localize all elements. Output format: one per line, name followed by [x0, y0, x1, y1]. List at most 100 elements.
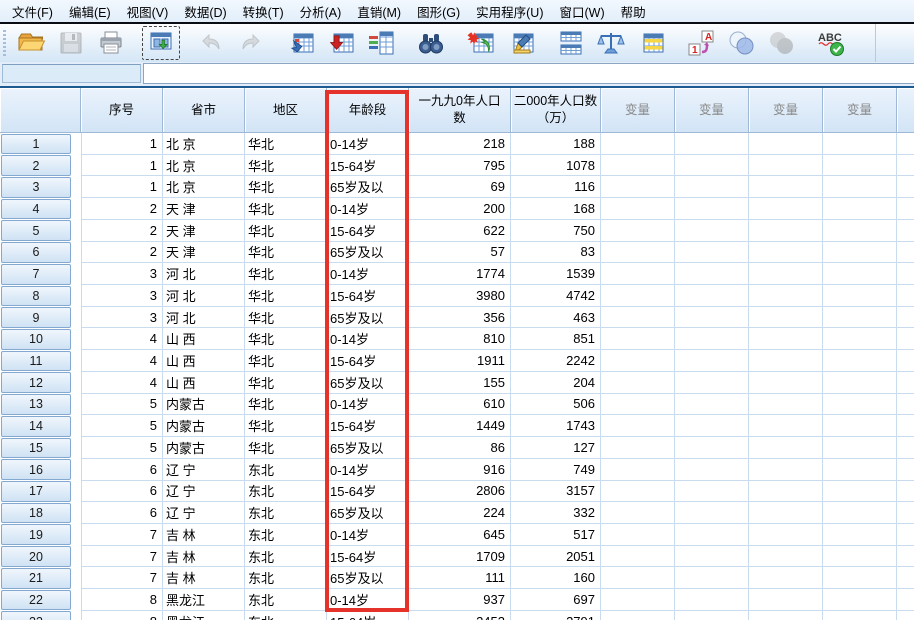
cell[interactable]: [749, 328, 823, 350]
cell[interactable]: 2806: [409, 481, 511, 503]
cell[interactable]: [601, 328, 675, 350]
column-header-6[interactable]: 二000年人口数 （万）: [511, 88, 601, 133]
cell[interactable]: [823, 459, 897, 481]
cell[interactable]: 河 北: [163, 307, 245, 329]
cell[interactable]: 3980: [409, 285, 511, 307]
cell[interactable]: [675, 372, 749, 394]
cell[interactable]: 111: [409, 567, 511, 589]
cell[interactable]: [897, 220, 914, 242]
cell[interactable]: [675, 155, 749, 177]
cell[interactable]: [823, 133, 897, 155]
cell[interactable]: 15-64岁: [327, 155, 409, 177]
cell[interactable]: [749, 350, 823, 372]
column-header-1[interactable]: 序号: [81, 88, 163, 133]
cell[interactable]: 东北: [245, 611, 327, 620]
row-number-button[interactable]: 11: [1, 351, 71, 372]
cell[interactable]: 华北: [245, 263, 327, 285]
cell[interactable]: [897, 481, 914, 503]
cell[interactable]: [675, 459, 749, 481]
cell[interactable]: 155: [409, 372, 511, 394]
cell[interactable]: 851: [511, 328, 601, 350]
cell[interactable]: 15-64岁: [327, 415, 409, 437]
cell[interactable]: [749, 546, 823, 568]
row-number-button[interactable]: 17: [1, 481, 71, 502]
cell[interactable]: 65岁及以: [327, 437, 409, 459]
cell[interactable]: 3: [81, 263, 163, 285]
cell[interactable]: 65岁及以: [327, 567, 409, 589]
cell[interactable]: 黑龙江: [163, 589, 245, 611]
cell[interactable]: [749, 220, 823, 242]
cell[interactable]: [601, 437, 675, 459]
cell[interactable]: [897, 524, 914, 546]
cell[interactable]: 795: [409, 155, 511, 177]
row-number-button[interactable]: 16: [1, 459, 71, 480]
cell[interactable]: 65岁及以: [327, 502, 409, 524]
cell[interactable]: 天 津: [163, 220, 245, 242]
cell[interactable]: 华北: [245, 394, 327, 416]
cell[interactable]: 东北: [245, 481, 327, 503]
row-number-button[interactable]: 7: [1, 264, 71, 285]
cell[interactable]: [749, 459, 823, 481]
cell[interactable]: 1911: [409, 350, 511, 372]
cell[interactable]: 2: [81, 220, 163, 242]
cell[interactable]: 2791: [511, 611, 601, 620]
cell[interactable]: 0-14岁: [327, 589, 409, 611]
cell[interactable]: [675, 546, 749, 568]
cell[interactable]: 15-64岁: [327, 611, 409, 620]
column-header-2[interactable]: 省市: [163, 88, 245, 133]
row-number-button[interactable]: 23: [1, 611, 71, 620]
cell[interactable]: 山 西: [163, 372, 245, 394]
cell[interactable]: 2051: [511, 546, 601, 568]
column-header-8[interactable]: 变量: [675, 88, 749, 133]
cell[interactable]: [897, 589, 914, 611]
cell[interactable]: 8: [81, 611, 163, 620]
row-number-button[interactable]: 20: [1, 546, 71, 567]
cell[interactable]: 749: [511, 459, 601, 481]
cell[interactable]: 辽 宁: [163, 502, 245, 524]
cell[interactable]: 65岁及以: [327, 176, 409, 198]
cell[interactable]: 168: [511, 198, 601, 220]
cell[interactable]: 8: [81, 589, 163, 611]
cell[interactable]: [749, 437, 823, 459]
cell[interactable]: [749, 611, 823, 620]
cell[interactable]: 吉 林: [163, 567, 245, 589]
column-header-7[interactable]: 变量: [601, 88, 675, 133]
cell[interactable]: 华北: [245, 242, 327, 264]
menu-item-8[interactable]: 实用程序(U): [468, 0, 551, 23]
cell[interactable]: [675, 133, 749, 155]
cell[interactable]: [749, 394, 823, 416]
cell[interactable]: 吉 林: [163, 546, 245, 568]
cell[interactable]: 1449: [409, 415, 511, 437]
cell[interactable]: [897, 155, 914, 177]
cell[interactable]: 1078: [511, 155, 601, 177]
cell[interactable]: [823, 220, 897, 242]
cell[interactable]: [675, 220, 749, 242]
cell[interactable]: 6: [81, 459, 163, 481]
cell[interactable]: 山 西: [163, 328, 245, 350]
cell[interactable]: 东北: [245, 459, 327, 481]
cell[interactable]: [897, 307, 914, 329]
cell[interactable]: 4: [81, 350, 163, 372]
cell[interactable]: [897, 198, 914, 220]
cell[interactable]: [601, 155, 675, 177]
recall-dialogs-button[interactable]: [141, 25, 181, 61]
cell[interactable]: [601, 415, 675, 437]
cell[interactable]: 218: [409, 133, 511, 155]
cell[interactable]: [601, 263, 675, 285]
toolbar-drag-handle[interactable]: [3, 30, 6, 56]
cell[interactable]: 356: [409, 307, 511, 329]
find-button[interactable]: [411, 25, 451, 61]
cell[interactable]: 华北: [245, 285, 327, 307]
cell[interactable]: 127: [511, 437, 601, 459]
cell[interactable]: [897, 502, 914, 524]
cell[interactable]: 2: [81, 198, 163, 220]
cell[interactable]: 2: [81, 242, 163, 264]
cell[interactable]: 463: [511, 307, 601, 329]
cell[interactable]: [823, 394, 897, 416]
cell[interactable]: 5: [81, 415, 163, 437]
cell[interactable]: 15-64岁: [327, 546, 409, 568]
cell[interactable]: [749, 198, 823, 220]
cell[interactable]: 华北: [245, 437, 327, 459]
cell[interactable]: 1: [81, 155, 163, 177]
cell[interactable]: 1: [81, 133, 163, 155]
